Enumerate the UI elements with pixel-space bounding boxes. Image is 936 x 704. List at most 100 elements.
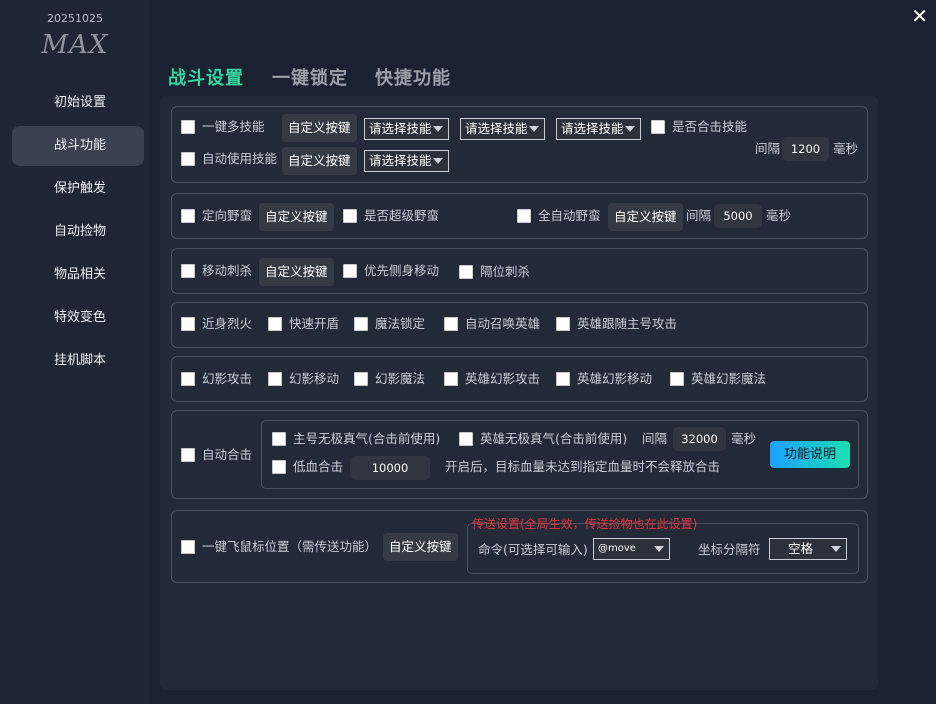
low-hp-checkbox[interactable] <box>272 460 286 474</box>
low-hp-input[interactable]: 10000 <box>350 456 430 480</box>
phantom-magic-label: 幻影魔法 <box>375 371 426 386</box>
stab-custom-key-button[interactable]: 自定义按键 <box>259 258 334 286</box>
auto-skill-select[interactable]: 请选择技能 <box>364 150 449 172</box>
close-fire-checkbox[interactable] <box>181 317 195 331</box>
command-select-value: @move <box>598 543 636 554</box>
separator-label: 坐标分隔符 <box>698 542 761 557</box>
sidebar-item-protection[interactable]: 保护触发 <box>12 169 144 209</box>
auto-skill-custom-key-button[interactable]: 自定义按键 <box>282 147 357 175</box>
close-icon[interactable]: ✕ <box>911 4 928 28</box>
rage-interval-input[interactable]: 5000 <box>714 204 762 228</box>
group-phantom: 幻影攻击 幻影移动 幻影魔法 英雄幻影攻击 英雄幻影移动 英雄幻影魔法 <box>171 356 868 402</box>
hero-follow-label: 英雄跟随主号攻击 <box>577 316 678 331</box>
skill-select-1[interactable]: 请选择技能 <box>364 118 449 140</box>
phantom-move-checkbox[interactable] <box>268 372 282 386</box>
teleport-settings-title: 传送设置(全局生效，传送捡物也在此设置) <box>472 517 698 531</box>
hero-phantom-move-checkbox[interactable] <box>556 372 570 386</box>
side-move-checkbox[interactable] <box>343 264 357 278</box>
skill-interval-input[interactable]: 1200 <box>782 137 829 161</box>
skill-select-2[interactable]: 请选择技能 <box>460 118 545 140</box>
auto-skill-label: 自动使用技能 <box>202 151 278 166</box>
combo-options-box: 主号无极真气(合击前使用) 英雄无极真气(合击前使用) 间隔 32000 毫秒 … <box>261 420 859 489</box>
interval-label: 间隔 <box>686 208 712 223</box>
ms-label: 毫秒 <box>766 208 792 223</box>
multi-skill-label: 一键多技能 <box>202 119 265 134</box>
sidebar-item-effects[interactable]: 特效变色 <box>12 298 144 338</box>
combo-interval-input[interactable]: 32000 <box>673 427 726 451</box>
hero-phantom-attack-label: 英雄幻影攻击 <box>465 371 541 386</box>
quick-shield-checkbox[interactable] <box>268 317 282 331</box>
gap-stab-checkbox[interactable] <box>459 265 473 279</box>
content-panel: 一键多技能 自定义按键 请选择技能 请选择技能 请选择技能 是否合击技能 自动使… <box>160 96 878 690</box>
side-move-label: 优先侧身移动 <box>364 263 440 278</box>
command-label: 命令(可选择可输入) <box>478 542 588 557</box>
multi-skill-custom-key-button[interactable]: 自定义按键 <box>282 114 357 142</box>
hero-phantom-attack-checkbox[interactable] <box>444 372 458 386</box>
sidebar-item-script[interactable]: 挂机脚本 <box>12 341 144 381</box>
skill-select-3-value: 请选择技能 <box>561 121 624 136</box>
hero-phantom-move-label: 英雄幻影移动 <box>577 371 653 386</box>
group-stab: 移动刺杀 自定义按键 优先侧身移动 隔位刺杀 <box>171 248 868 294</box>
move-stab-label: 移动刺杀 <box>202 263 253 278</box>
combo-skill-checkbox[interactable] <box>651 120 665 134</box>
directed-rage-checkbox[interactable] <box>181 209 195 223</box>
sidebar-item-items[interactable]: 物品相关 <box>12 255 144 295</box>
auto-combo-checkbox[interactable] <box>181 448 195 462</box>
tab-one-key-lock[interactable]: 一键锁定 <box>272 64 348 90</box>
auto-skill-select-value: 请选择技能 <box>369 153 432 168</box>
sidebar-item-combat[interactable]: 战斗功能 <box>12 126 144 166</box>
command-select[interactable]: @move <box>593 538 670 560</box>
sidebar-item-initial-settings[interactable]: 初始设置 <box>12 83 144 123</box>
group-fly-mouse: 一键飞鼠标位置（需传送功能） 自定义按键 命令(可选择可输入) @move 坐标… <box>171 510 868 583</box>
full-auto-rage-checkbox[interactable] <box>517 209 531 223</box>
summon-hero-checkbox[interactable] <box>444 317 458 331</box>
version-label: 20251025 <box>47 12 103 25</box>
separator-select-value: 空格 <box>788 541 814 556</box>
app-logo: MAX <box>41 30 109 60</box>
directed-rage-label: 定向野蛮 <box>202 208 253 223</box>
multi-skill-checkbox[interactable] <box>181 120 195 134</box>
chevron-down-icon <box>831 546 841 552</box>
hero-phantom-magic-checkbox[interactable] <box>670 372 684 386</box>
combo-skill-label: 是否合击技能 <box>672 119 748 134</box>
tab-shortcuts[interactable]: 快捷功能 <box>375 64 451 90</box>
auto-combo-label: 自动合击 <box>202 447 253 462</box>
fly-mouse-custom-key-button[interactable]: 自定义按键 <box>383 533 458 561</box>
chevron-down-icon <box>433 158 443 164</box>
group-multi-skill: 一键多技能 自定义按键 请选择技能 请选择技能 请选择技能 是否合击技能 自动使… <box>171 106 868 183</box>
super-rage-label: 是否超级野蛮 <box>364 208 440 223</box>
close-fire-label: 近身烈火 <box>202 316 253 331</box>
sidebar: 20251025 MAX 初始设置 战斗功能 保护触发 自动捡物 物品相关 特效… <box>0 0 150 704</box>
full-auto-rage-custom-key-button[interactable]: 自定义按键 <box>608 203 683 231</box>
interval-label: 间隔 <box>755 141 781 156</box>
rage-custom-key-button[interactable]: 自定义按键 <box>259 203 334 231</box>
phantom-magic-checkbox[interactable] <box>354 372 368 386</box>
group-rage: 定向野蛮 自定义按键 是否超级野蛮 全自动野蛮 自定义按键 间隔 5000 毫秒 <box>171 193 868 239</box>
auto-skill-checkbox[interactable] <box>181 152 195 166</box>
skill-select-1-value: 请选择技能 <box>369 121 432 136</box>
hero-zhenqi-checkbox[interactable] <box>459 432 473 446</box>
phantom-attack-checkbox[interactable] <box>181 372 195 386</box>
super-rage-checkbox[interactable] <box>343 209 357 223</box>
separator-select[interactable]: 空格 <box>769 538 847 560</box>
skill-select-2-value: 请选择技能 <box>465 121 528 136</box>
sidebar-item-auto-pickup[interactable]: 自动捡物 <box>12 212 144 252</box>
magic-lock-checkbox[interactable] <box>354 317 368 331</box>
full-auto-rage-label: 全自动野蛮 <box>538 208 601 223</box>
chevron-down-icon <box>625 126 635 132</box>
chevron-down-icon <box>529 126 539 132</box>
low-hp-note: 开启后，目标血量未达到指定血量时不会释放合击 <box>445 459 721 474</box>
fly-mouse-checkbox[interactable] <box>181 540 195 554</box>
summon-hero-label: 自动召唤英雄 <box>465 316 541 331</box>
ms-label: 毫秒 <box>833 141 859 156</box>
main-zhenqi-checkbox[interactable] <box>272 432 286 446</box>
skill-select-3[interactable]: 请选择技能 <box>556 118 641 140</box>
low-hp-label: 低血合击 <box>293 459 344 474</box>
hero-follow-checkbox[interactable] <box>556 317 570 331</box>
chevron-down-icon <box>433 126 443 132</box>
tab-combat-settings[interactable]: 战斗设置 <box>168 64 244 90</box>
move-stab-checkbox[interactable] <box>181 264 195 278</box>
function-description-button[interactable]: 功能说明 <box>770 441 850 468</box>
magic-lock-label: 魔法锁定 <box>375 316 426 331</box>
hero-phantom-magic-label: 英雄幻影魔法 <box>691 371 767 386</box>
